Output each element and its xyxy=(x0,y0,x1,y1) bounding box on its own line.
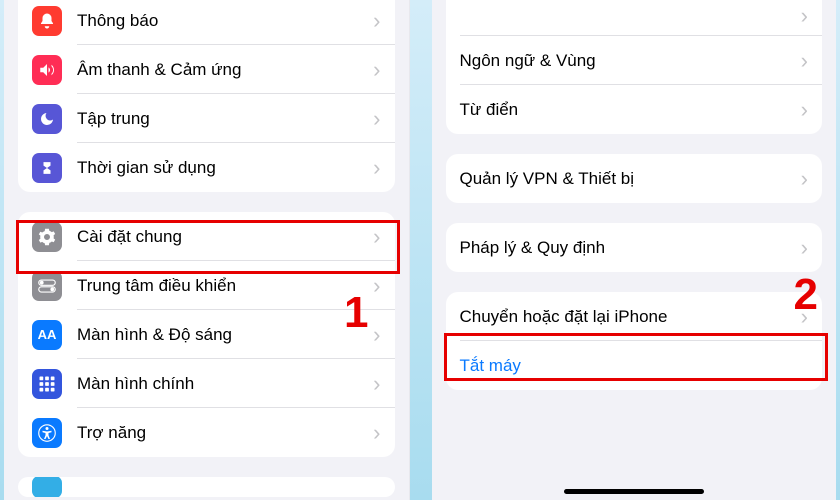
row-label: Quản lý VPN & Thiết bị xyxy=(460,169,795,189)
row-display[interactable]: AA Màn hình & Độ sáng › xyxy=(18,310,395,359)
row-language-region[interactable]: Ngôn ngữ & Vùng › xyxy=(446,36,823,85)
switches-icon xyxy=(32,271,62,301)
row-general[interactable]: Cài đặt chung › xyxy=(18,212,395,261)
row-label: Trung tâm điều khiển xyxy=(77,276,367,296)
general-group-vpn: Quản lý VPN & Thiết bị › xyxy=(446,154,823,203)
gear-icon xyxy=(32,222,62,252)
row-label: Thông báo xyxy=(77,11,367,31)
moon-icon xyxy=(32,104,62,134)
chevron-right-icon: › xyxy=(373,273,380,299)
row-focus[interactable]: Tập trung › xyxy=(18,94,395,143)
chevron-right-icon: › xyxy=(801,166,808,192)
row-dictionary[interactable]: Từ điển › xyxy=(446,85,823,134)
row-label: Pháp lý & Quy định xyxy=(460,238,795,258)
sound-icon xyxy=(32,55,62,85)
row-peek[interactable] xyxy=(18,477,395,497)
row-label: Chuyển hoặc đặt lại iPhone xyxy=(460,307,795,327)
settings-root-panel: Thông báo › Âm thanh & Cảm ứng › Tập tru… xyxy=(4,0,410,500)
chevron-right-icon: › xyxy=(373,420,380,446)
row-label: Tắt máy xyxy=(460,356,809,376)
chevron-right-icon: › xyxy=(373,371,380,397)
row-screentime[interactable]: Thời gian sử dụng › xyxy=(18,143,395,192)
annotation-step-1: 1 xyxy=(344,288,368,338)
general-group-reset: Chuyển hoặc đặt lại iPhone › Tắt máy xyxy=(446,292,823,390)
chevron-right-icon: › xyxy=(373,106,380,132)
chevron-right-icon: › xyxy=(801,97,808,123)
row-label: Trợ năng xyxy=(77,423,367,443)
accessibility-icon xyxy=(32,418,62,448)
general-settings-panel: › Ngôn ngữ & Vùng › Từ điển › Quản lý VP… xyxy=(432,0,837,500)
chevron-right-icon: › xyxy=(801,235,808,261)
row-control-center[interactable]: Trung tâm điều khiển › xyxy=(18,261,395,310)
home-indicator[interactable] xyxy=(564,489,704,494)
row-legal[interactable]: Pháp lý & Quy định › xyxy=(446,223,823,272)
row-accessibility[interactable]: Trợ năng › xyxy=(18,408,395,457)
chevron-right-icon: › xyxy=(373,155,380,181)
row-label: Màn hình chính xyxy=(77,374,367,394)
grid-icon xyxy=(32,369,62,399)
row-vpn-device[interactable]: Quản lý VPN & Thiết bị › xyxy=(446,154,823,203)
row-hidden-top[interactable]: › xyxy=(446,0,823,36)
wallpaper-icon xyxy=(32,477,62,497)
row-label: Màn hình & Độ sáng xyxy=(77,325,367,345)
chevron-right-icon: › xyxy=(373,224,380,250)
chevron-right-icon: › xyxy=(373,322,380,348)
row-label: Ngôn ngữ & Vùng xyxy=(460,51,795,71)
row-home-screen[interactable]: Màn hình chính › xyxy=(18,359,395,408)
general-group-language: › Ngôn ngữ & Vùng › Từ điển › xyxy=(446,0,823,134)
row-shutdown[interactable]: Tắt máy xyxy=(446,341,823,390)
chevron-right-icon: › xyxy=(373,57,380,83)
chevron-right-icon: › xyxy=(801,48,808,74)
row-notifications[interactable]: Thông báo › xyxy=(18,0,395,45)
settings-group-sounds: Thông báo › Âm thanh & Cảm ứng › Tập tru… xyxy=(18,0,395,192)
annotation-step-2: 2 xyxy=(794,270,818,320)
row-label: Thời gian sử dụng xyxy=(77,158,367,178)
row-transfer-reset[interactable]: Chuyển hoặc đặt lại iPhone › xyxy=(446,292,823,341)
chevron-right-icon: › xyxy=(373,8,380,34)
general-group-legal: Pháp lý & Quy định › xyxy=(446,223,823,272)
chevron-right-icon: › xyxy=(801,3,808,29)
row-label: Âm thanh & Cảm ứng xyxy=(77,60,367,80)
bell-icon xyxy=(32,6,62,36)
settings-group-next-peek xyxy=(18,477,395,497)
row-label: Từ điển xyxy=(460,100,795,120)
row-label: Tập trung xyxy=(77,109,367,129)
settings-group-general: Cài đặt chung › Trung tâm điều khiển › A… xyxy=(18,212,395,457)
hourglass-icon xyxy=(32,153,62,183)
row-sounds[interactable]: Âm thanh & Cảm ứng › xyxy=(18,45,395,94)
aa-icon: AA xyxy=(32,320,62,350)
row-label: Cài đặt chung xyxy=(77,227,367,247)
